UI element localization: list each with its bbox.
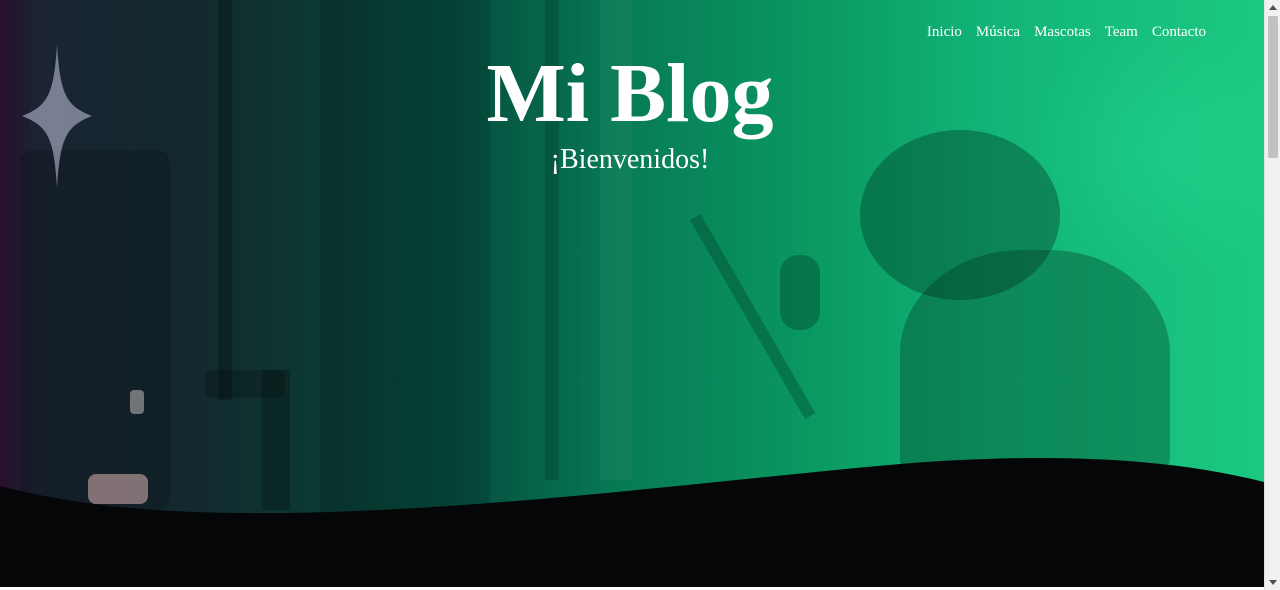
page-subtitle: ¡Bienvenidos! [550,144,710,175]
scrollbar-thumb[interactable] [1268,16,1278,158]
nav-link-inicio[interactable]: Inicio [927,24,962,41]
scroll-up-arrow-icon[interactable] [1269,5,1277,10]
nav-link-mascotas[interactable]: Mascotas [1034,24,1091,41]
wave-divider [0,458,1264,590]
nav-link-team[interactable]: Team [1105,24,1138,41]
background-texture [130,390,144,414]
background-texture [780,255,820,330]
hero-section: Inicio Música Mascotas Team Contacto Mi … [0,0,1264,590]
page-viewport: Inicio Música Mascotas Team Contacto Mi … [0,0,1264,590]
nav-link-musica[interactable]: Música [976,24,1020,41]
scroll-down-arrow-icon[interactable] [1269,580,1277,585]
vertical-scrollbar[interactable] [1264,0,1280,590]
nav-link-contacto[interactable]: Contacto [1152,24,1206,41]
page-title: Mi Blog [486,47,774,140]
main-nav: Inicio Música Mascotas Team Contacto [927,24,1206,41]
